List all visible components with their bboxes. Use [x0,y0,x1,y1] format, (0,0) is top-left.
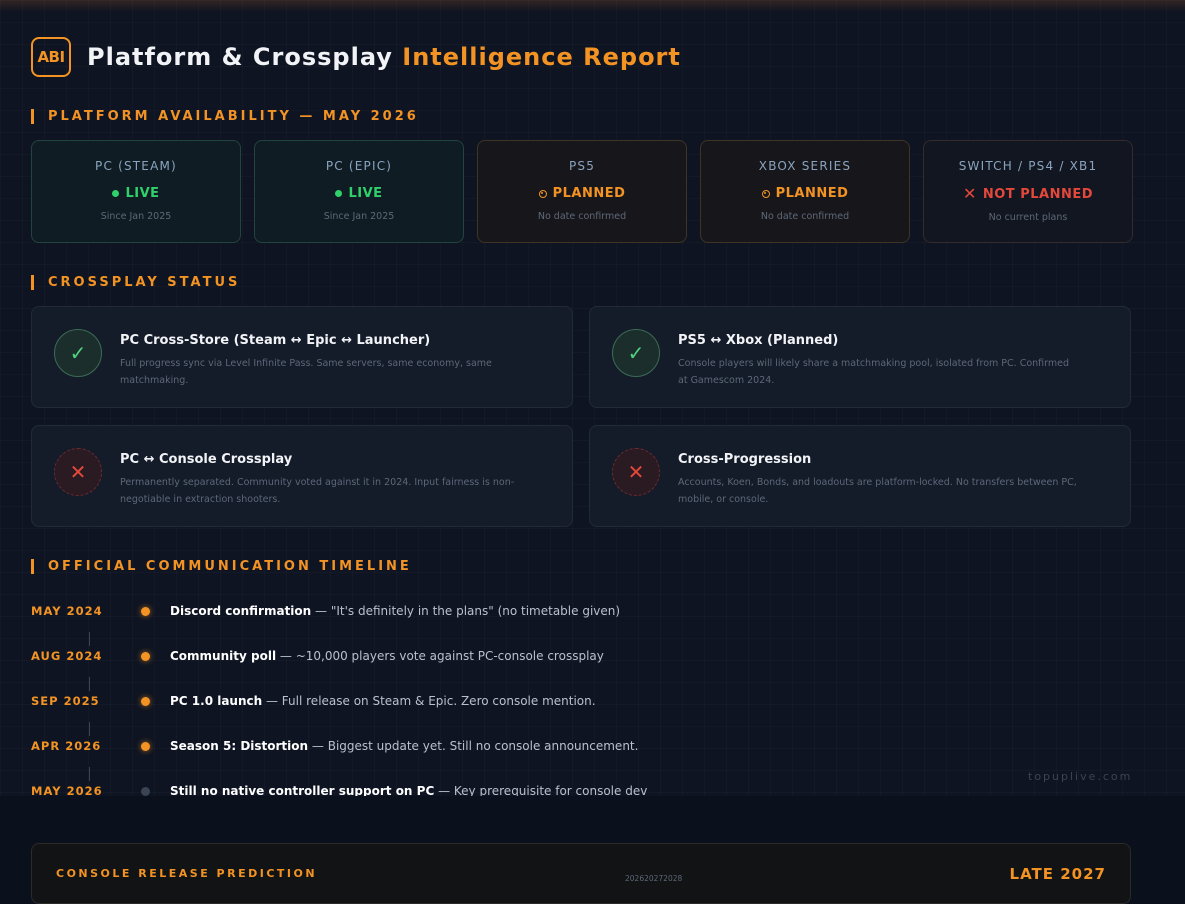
page-title: Platform & Crossplay Intelligence Report [87,43,681,71]
prediction-label: CONSOLE RELEASE PREDICTION [56,867,318,880]
platform-card-ps5: PS5 PLANNED No date confirmed [477,140,687,243]
section-bar [31,558,34,574]
crossplay-card-cross-progression: ✕ Cross-Progression Accounts, Koen, Bond… [589,425,1131,527]
platform-cards: PC (STEAM) LIVE Since Jan 2025 PC (EPIC)… [31,140,1133,243]
platform-card-xbox-series: XBOX SERIES PLANNED No date confirmed [700,140,910,243]
report-header: ABI Platform & Crossplay Intelligence Re… [31,37,681,77]
crossplay-title: PC Cross-Store (Steam ↔ Epic ↔ Launcher) [120,333,431,348]
platform-name: XBOX SERIES [758,159,852,173]
title-accent: Intelligence Report [402,43,681,71]
timeline-date: MAY 2024 [31,604,103,618]
section-title: PLATFORM AVAILABILITY — MAY 2026 [48,108,419,124]
x-circle-icon: ✕ [612,448,660,496]
timeline-item: APR 2026 Season 5: Distortion — Biggest … [31,736,638,756]
platform-name: SWITCH / PS4 / XB1 [958,159,1098,173]
timeline-event: Discord confirmation [170,604,312,618]
timeline-connector [89,632,90,646]
section-title: OFFICIAL COMMUNICATION TIMELINE [48,558,412,574]
status-label: LIVE [348,186,383,201]
section-crossplay-status: CROSSPLAY STATUS [31,274,240,290]
prediction-value: LATE 2027 [1009,864,1106,883]
crossplay-card-pc-console: ✕ PC ↔ Console Crossplay Permanently sep… [31,425,573,527]
crossplay-description: Permanently separated. Community voted a… [120,477,515,505]
platform-card-switch-ps4-xb1: SWITCH / PS4 / XB1 ✕ NOT PLANNED No curre… [923,140,1133,243]
timeline-detail: — "It's definitely in the plans" (no tim… [311,604,621,618]
crossplay-title: Cross-Progression [678,452,812,467]
x-mark-icon: ✕ [962,184,977,203]
top-glow [0,0,1185,12]
crossplay-title: PS5 ↔ Xbox (Planned) [678,333,839,348]
timeline-connector [89,677,90,691]
crossplay-description: Full progress sync via Level Infinite Pa… [120,358,492,386]
crossplay-title: PC ↔ Console Crossplay [120,452,293,467]
live-dot-icon [112,190,120,197]
timeline-detail: — Full release on Steam & Epic. Zero con… [262,694,596,708]
platform-subtext: Since Jan 2025 [100,211,172,222]
section-bar [31,274,34,290]
status-label: PLANNED [775,186,849,201]
timeline-date: AUG 2024 [31,649,103,663]
section-title: CROSSPLAY STATUS [48,274,241,290]
timeline-text: Community poll — ~10,000 players vote ag… [170,649,604,663]
platform-subtext: No date confirmed [537,211,627,222]
check-icon: ✓ [54,329,102,377]
platform-name: PS5 [568,159,596,173]
timeline-date: SEP 2025 [31,694,100,708]
section-platform-availability: PLATFORM AVAILABILITY — MAY 2026 [31,108,419,124]
timeline-event: Community poll [170,649,277,663]
platform-card-pc-steam: PC (STEAM) LIVE Since Jan 2025 [31,140,241,243]
crossplay-card-pc-cross-store: ✓ PC Cross-Store (Steam ↔ Epic ↔ Launche… [31,306,573,408]
platform-subtext: Since Jan 2025 [323,211,395,222]
platform-status: LIVE [112,186,159,201]
timeline-item: SEP 2025 PC 1.0 launch — Full release on… [31,691,596,711]
status-label: NOT PLANNED [982,186,1094,202]
platform-status: PLANNED [761,186,849,201]
x-circle-icon: ✕ [54,448,102,496]
watermark: topuplive.com [1028,770,1133,783]
timeline-dot-icon [141,786,150,796]
section-communication-timeline: OFFICIAL COMMUNICATION TIMELINE [31,558,412,574]
timeline-item: MAY 2024 Discord confirmation — "It's de… [31,601,620,621]
platform-name: PC (EPIC) [325,159,393,173]
platform-status: LIVE [335,186,382,201]
timeline-date: APR 2026 [31,739,102,753]
timeline-connector [89,767,90,781]
timeline-detail: — ~10,000 players vote against PC-consol… [276,649,604,663]
platform-name: PC (STEAM) [95,159,177,173]
title-main: Platform & Crossplay [87,43,393,71]
prediction-years: 202620272028 [625,874,683,883]
timeline-dot-icon [141,606,150,616]
check-icon: ✓ [612,329,660,377]
timeline-detail: — Biggest update yet. Still no console a… [308,739,639,753]
live-dot-icon [335,190,343,197]
platform-status: PLANNED [538,186,626,201]
timeline-event: PC 1.0 launch [170,694,263,708]
section-bar [31,108,34,124]
platform-status: ✕ NOT PLANNED [963,186,1093,202]
status-label: LIVE [125,186,160,201]
timeline-item: AUG 2024 Community poll — ~10,000 player… [31,646,604,666]
crossplay-description: Console players will likely share a matc… [678,358,1070,386]
platform-subtext: No current plans [988,212,1068,223]
planned-ring-icon [538,189,547,198]
timeline-dot-icon [141,741,150,751]
timeline-connector [89,722,90,736]
platform-subtext: No date confirmed [760,211,850,222]
console-release-prediction: CONSOLE RELEASE PREDICTION 202620272028 … [31,843,1131,904]
timeline-dot-icon [141,696,150,706]
status-label: PLANNED [552,186,626,201]
planned-ring-icon [761,189,770,198]
crossplay-description: Accounts, Koen, Bonds, and loadouts are … [678,477,1077,505]
timeline-text: PC 1.0 launch — Full release on Steam & … [170,694,596,708]
timeline-text: Discord confirmation — "It's definitely … [170,604,620,618]
abi-logo: ABI [31,37,71,77]
crossplay-card-ps5-xbox: ✓ PS5 ↔ Xbox (Planned) Console players w… [589,306,1131,408]
timeline-text: Season 5: Distortion — Biggest update ye… [170,739,638,753]
timeline-dot-icon [141,651,150,661]
platform-card-pc-epic: PC (EPIC) LIVE Since Jan 2025 [254,140,464,243]
timeline-event: Season 5: Distortion [170,739,309,753]
